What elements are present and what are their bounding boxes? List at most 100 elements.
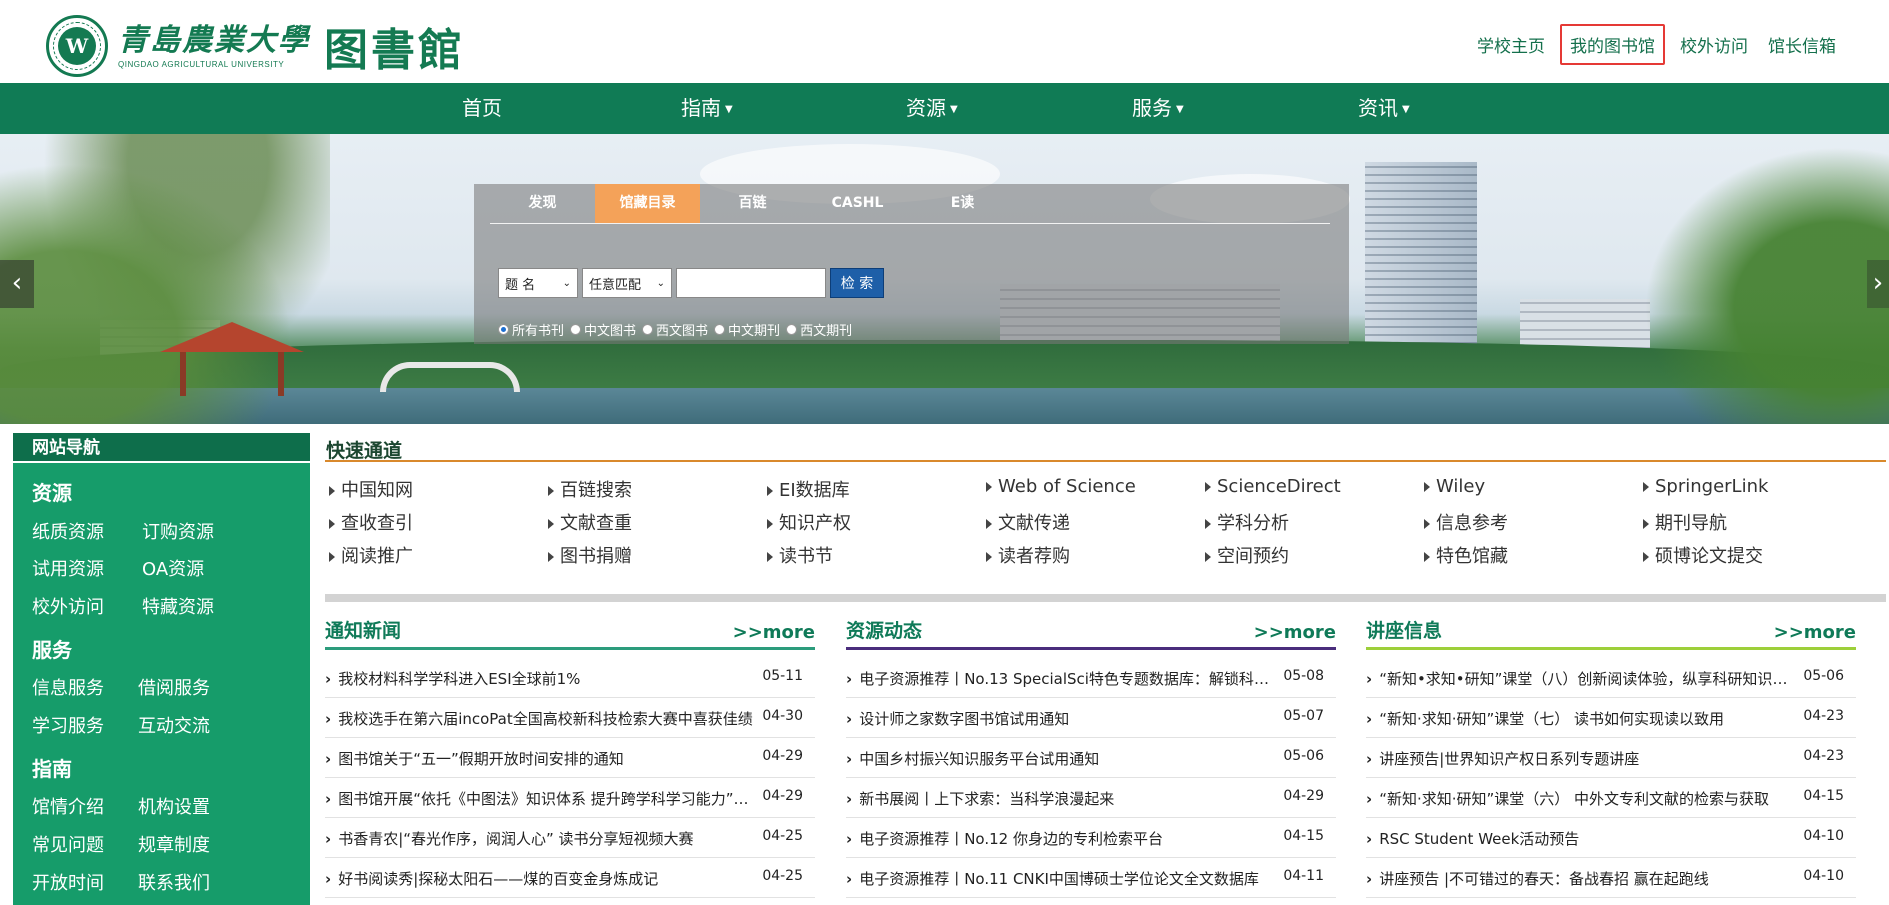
news-item[interactable]: 我校选手在第六届incoPat全国高校新科技检索大赛中喜获佳绩 04-30 [325, 698, 815, 738]
news-item[interactable]: 书香青农|“春光作序，阅润人心” 读书分享短视频大赛 04-25 [325, 818, 815, 858]
news-title[interactable]: 图书馆开展“依托《中图法》知识体系 提升跨学科学习能力”活动 [325, 788, 755, 809]
quick-link[interactable]: 信息参考 [1424, 509, 1508, 535]
quick-link[interactable]: 特色馆藏 [1424, 542, 1508, 568]
radio-cn-journals[interactable]: 中文期刊 [714, 320, 780, 339]
quick-link[interactable]: 空间预约 [1205, 542, 1289, 568]
news-title[interactable]: 讲座预告 |不可错过的春天：备战春招 赢在起跑线 [1366, 868, 1796, 889]
sidebar-item-faq[interactable]: 常见问题 [32, 831, 104, 857]
quick-link[interactable]: 文献传递 [986, 509, 1070, 535]
quick-link[interactable]: 中国知网 [329, 476, 413, 502]
news-item[interactable]: 讲座预告|世界知识产权日系列专题讲座 04-23 [1366, 738, 1856, 778]
quick-link[interactable]: 读书节 [767, 542, 833, 568]
tab-discovery[interactable]: 发现 [490, 184, 595, 223]
nav-services[interactable]: 服务 ▼ [1132, 83, 1184, 134]
quick-link[interactable]: 查收查引 [329, 509, 413, 535]
quick-link[interactable]: 百链搜索 [548, 476, 632, 502]
search-button[interactable]: 检 索 [830, 268, 884, 298]
tab-bailian[interactable]: 百链 [700, 184, 805, 223]
news-item[interactable]: RSC Student Week活动预告 04-10 [1366, 818, 1856, 858]
news-item[interactable]: 讲座预告 |不可错过的春天：备战春招 赢在起跑线 04-10 [1366, 858, 1856, 898]
news-title[interactable]: “新知•求知•研知”课堂（八）创新阅读体验，纵享科研知识服务 [1366, 668, 1796, 689]
quick-link[interactable]: ScienceDirect [1205, 476, 1341, 497]
quick-link[interactable]: 学科分析 [1205, 509, 1289, 535]
news-item[interactable]: 图书馆开展“依托《中图法》知识体系 提升跨学科学习能力”活动 04-29 [325, 778, 815, 818]
nav-guide[interactable]: 指南 ▼ [681, 83, 733, 134]
link-offcampus-access[interactable]: 校外访问 [1675, 28, 1753, 61]
news-item[interactable]: 电子资源推荐丨No.13 SpecialSci特色专题数据库：解锁科研新视界 05… [846, 658, 1336, 698]
more-link[interactable]: >>more [1254, 622, 1336, 643]
news-item[interactable]: 图书馆关于“五一”假期开放时间安排的通知 04-29 [325, 738, 815, 778]
link-my-library[interactable]: 我的图书馆 [1560, 24, 1665, 65]
news-item[interactable]: “新知·求知·研知”课堂（六） 中外文专利文献的检索与获取 04-15 [1366, 778, 1856, 818]
news-title[interactable]: 电子资源推荐丨No.13 SpecialSci特色专题数据库：解锁科研新视界 [846, 668, 1276, 689]
news-title[interactable]: 电子资源推荐丨No.11 CNKI中国博硕士学位论文全文数据库 [846, 868, 1276, 889]
quick-link[interactable]: 知识产权 [767, 509, 851, 535]
sidebar-item-subscribed-resources[interactable]: 订购资源 [142, 518, 214, 544]
sidebar-item-study-service[interactable]: 学习服务 [32, 712, 104, 738]
nav-resources[interactable]: 资源 ▼ [906, 83, 958, 134]
sidebar-item-print-resources[interactable]: 纸质资源 [32, 518, 104, 544]
sidebar-item-lending-service[interactable]: 借阅服务 [138, 674, 210, 700]
news-item[interactable]: 好书阅读秀|探秘太阳石——煤的百变金身炼成记 04-25 [325, 858, 815, 898]
news-title[interactable]: 好书阅读秀|探秘太阳石——煤的百变金身炼成记 [325, 868, 755, 889]
news-item[interactable]: 设计师之家数字图书馆试用通知 05-07 [846, 698, 1336, 738]
quick-link[interactable]: 读者荐购 [986, 542, 1070, 568]
sidebar-item-about[interactable]: 馆情介绍 [32, 793, 104, 819]
news-title[interactable]: 图书馆关于“五一”假期开放时间安排的通知 [325, 748, 755, 769]
field-select[interactable]: 题 名 ⌄ [498, 268, 578, 298]
sidebar-item-organization[interactable]: 机构设置 [138, 793, 210, 819]
quick-link[interactable]: EI数据库 [767, 476, 850, 502]
radio-en-books[interactable]: 西文图书 [642, 320, 708, 339]
quick-link[interactable]: 期刊导航 [1643, 509, 1727, 535]
sidebar-item-rules[interactable]: 规章制度 [138, 831, 210, 857]
news-title[interactable]: 书香青农|“春光作序，阅润人心” 读书分享短视频大赛 [325, 828, 755, 849]
news-item[interactable]: 新书展阅丨上下求索：当科学浪漫起来 04-29 [846, 778, 1336, 818]
news-title[interactable]: 我校材料科学学科进入ESI全球前1% [325, 668, 755, 689]
quick-link[interactable]: 阅读推广 [329, 542, 413, 568]
news-title[interactable]: 我校选手在第六届incoPat全国高校新科技检索大赛中喜获佳绩 [325, 708, 755, 729]
news-item[interactable]: “新知•求知•研知”课堂（八）创新阅读体验，纵享科研知识服务 05-06 [1366, 658, 1856, 698]
news-title[interactable]: 讲座预告|世界知识产权日系列专题讲座 [1366, 748, 1796, 769]
radio-cn-books[interactable]: 中文图书 [570, 320, 636, 339]
quick-link[interactable]: 文献查重 [548, 509, 632, 535]
news-title[interactable]: “新知·求知·研知”课堂（七） 读书如何实现读以致用 [1366, 708, 1796, 729]
search-input[interactable] [676, 268, 826, 298]
link-school-home[interactable]: 学校主页 [1472, 28, 1550, 61]
sidebar-item-hours[interactable]: 开放时间 [32, 869, 104, 895]
carousel-prev-button[interactable]: ‹ [0, 260, 34, 308]
news-title[interactable]: 新书展阅丨上下求索：当科学浪漫起来 [846, 788, 1276, 809]
news-item[interactable]: “新知·求知·研知”课堂（七） 读书如何实现读以致用 04-23 [1366, 698, 1856, 738]
news-item[interactable]: 中国乡村振兴知识服务平台试用通知 05-06 [846, 738, 1336, 778]
sidebar-item-contact[interactable]: 联系我们 [138, 869, 210, 895]
carousel-next-button[interactable]: › [1867, 260, 1889, 308]
quick-link[interactable]: Wiley [1424, 476, 1485, 497]
sidebar-item-interaction[interactable]: 互动交流 [138, 712, 210, 738]
sidebar-item-oa-resources[interactable]: OA资源 [142, 555, 204, 581]
nav-news[interactable]: 资讯 ▼ [1358, 83, 1410, 134]
logo[interactable]: W 青島農業大學 QINGDAO AGRICULTURAL UNIVERSITY… [46, 14, 465, 78]
match-select[interactable]: 任意匹配 ⌄ [582, 268, 672, 298]
tab-cashl[interactable]: CASHL [805, 184, 910, 223]
news-title[interactable]: RSC Student Week活动预告 [1366, 828, 1796, 849]
link-director-mailbox[interactable]: 馆长信箱 [1763, 28, 1841, 61]
sidebar-item-info-service[interactable]: 信息服务 [32, 674, 104, 700]
sidebar-item-trial-resources[interactable]: 试用资源 [32, 555, 104, 581]
news-title[interactable]: 电子资源推荐丨No.12 你身边的专利检索平台 [846, 828, 1276, 849]
nav-home[interactable]: 首页 [462, 83, 502, 134]
quick-link[interactable]: 硕博论文提交 [1643, 542, 1763, 568]
tab-catalog[interactable]: 馆藏目录 [595, 184, 700, 223]
quick-link[interactable]: SpringerLink [1643, 476, 1768, 497]
news-item[interactable]: 电子资源推荐丨No.11 CNKI中国博硕士学位论文全文数据库 04-11 [846, 858, 1336, 898]
tab-eread[interactable]: E读 [910, 184, 1015, 223]
more-link[interactable]: >>more [1774, 622, 1856, 643]
quick-link[interactable]: Web of Science [986, 476, 1136, 497]
news-title[interactable]: 设计师之家数字图书馆试用通知 [846, 708, 1276, 729]
news-title[interactable]: 中国乡村振兴知识服务平台试用通知 [846, 748, 1276, 769]
radio-en-journals[interactable]: 西文期刊 [786, 320, 852, 339]
more-link[interactable]: >>more [733, 622, 815, 643]
news-item[interactable]: 我校材料科学学科进入ESI全球前1% 05-11 [325, 658, 815, 698]
quick-link[interactable]: 图书捐赠 [548, 542, 632, 568]
sidebar-item-offcampus[interactable]: 校外访问 [32, 593, 104, 619]
news-item[interactable]: 电子资源推荐丨No.12 你身边的专利检索平台 04-15 [846, 818, 1336, 858]
radio-all[interactable]: 所有书刊 [498, 320, 564, 339]
